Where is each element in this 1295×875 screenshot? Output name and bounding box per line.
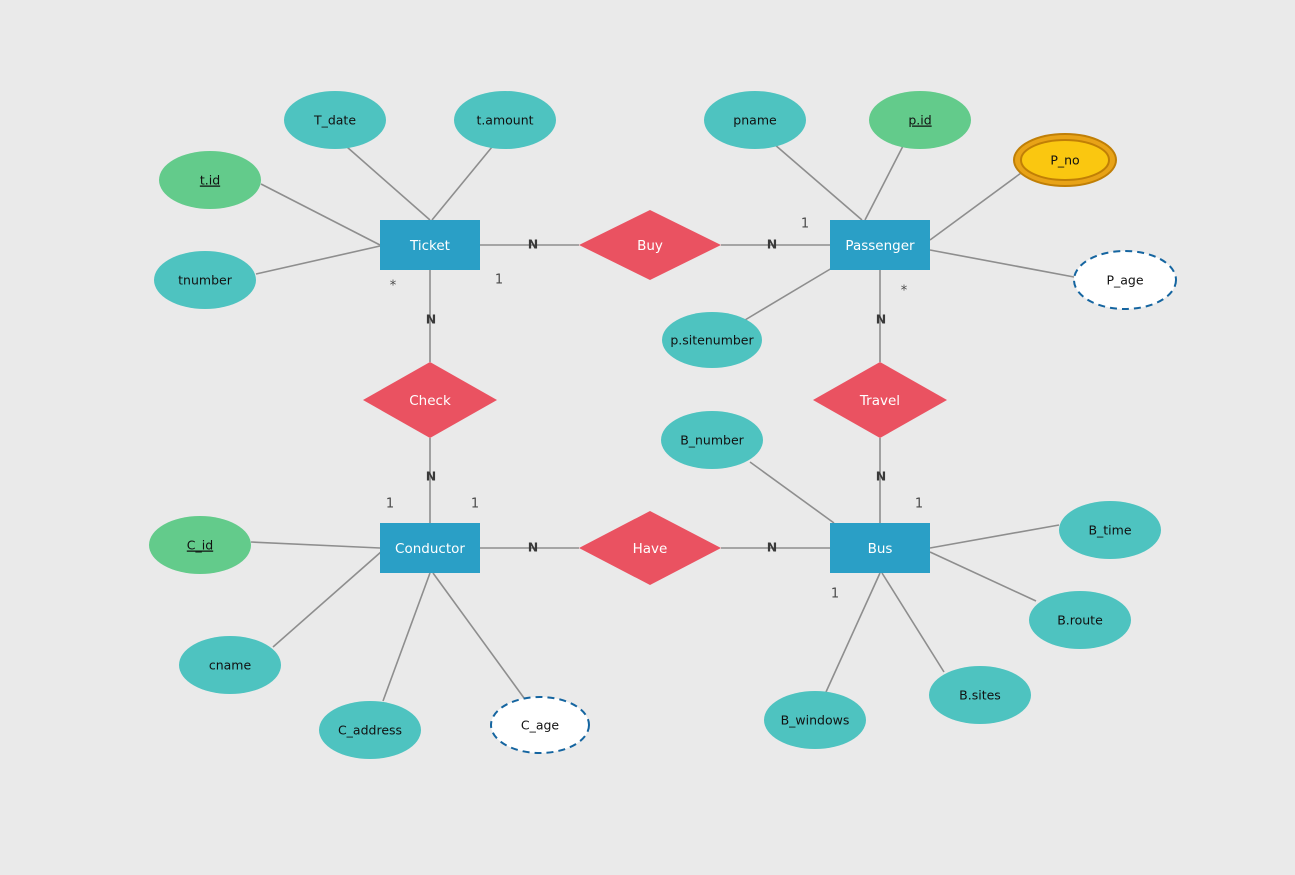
attribute-label: pname xyxy=(733,113,777,128)
entity-conductor[interactable]: Conductor xyxy=(380,523,480,573)
cardinality-label: N xyxy=(528,540,538,555)
relationship-label: Have xyxy=(633,541,668,557)
participation-label: 1 xyxy=(471,497,479,512)
er-diagram-canvas: Buy Check Travel Have T_date t.amount t.id tnu… xyxy=(0,0,1295,875)
attribute-p_sitenumber[interactable]: p.sitenumber xyxy=(662,312,762,368)
attribute-label: t.amount xyxy=(476,113,533,128)
cardinality-label: N xyxy=(426,312,436,327)
participation-label: * xyxy=(390,279,397,294)
relationship-label: Buy xyxy=(637,238,663,254)
attribute-b_windows[interactable]: B_windows xyxy=(764,691,866,749)
attribute-tnumber[interactable]: tnumber xyxy=(154,251,256,309)
attribute-label: T_date xyxy=(313,113,356,128)
attribute-label: B_time xyxy=(1088,523,1131,538)
cardinality-label: N xyxy=(426,469,436,484)
attribute-t_date[interactable]: T_date xyxy=(284,91,386,149)
participation-label: 1 xyxy=(386,497,394,512)
participation-label: 1 xyxy=(495,273,503,288)
attribute-p_no[interactable]: P_no xyxy=(1013,133,1117,187)
cardinality-label: N xyxy=(876,312,886,327)
participation-label: 1 xyxy=(831,587,839,602)
cardinality-label: N xyxy=(767,540,777,555)
attribute-b_route[interactable]: B.route xyxy=(1029,591,1131,649)
attribute-b_time[interactable]: B_time xyxy=(1059,501,1161,559)
entity-passenger[interactable]: Passenger xyxy=(830,220,930,270)
cardinality-label: N xyxy=(767,237,777,252)
attribute-label: C_id xyxy=(187,538,213,553)
entity-label: Ticket xyxy=(409,238,450,254)
participation-label: 1 xyxy=(915,497,923,512)
entity-bus[interactable]: Bus xyxy=(830,523,930,573)
entity-ticket[interactable]: Ticket xyxy=(380,220,480,270)
attribute-c_address[interactable]: C_address xyxy=(319,701,421,759)
entity-label: Conductor xyxy=(395,541,465,557)
attribute-label: B_number xyxy=(680,433,744,448)
attribute-pname[interactable]: pname xyxy=(704,91,806,149)
attribute-label: P_age xyxy=(1106,273,1143,288)
attribute-label: p.sitenumber xyxy=(670,333,754,348)
entity-label: Passenger xyxy=(845,238,915,254)
attribute-c_age[interactable]: C_age xyxy=(490,696,590,754)
attribute-label: B.route xyxy=(1057,613,1103,628)
attribute-label: cname xyxy=(209,658,252,673)
attribute-label: P_no xyxy=(1050,153,1079,168)
entity-label: Bus xyxy=(868,541,893,557)
attribute-label: C_age xyxy=(521,718,560,733)
attribute-b_number[interactable]: B_number xyxy=(661,411,763,469)
attribute-label: B_windows xyxy=(781,713,850,728)
attribute-b_sites[interactable]: B.sites xyxy=(929,666,1031,724)
attribute-t_amount[interactable]: t.amount xyxy=(454,91,556,149)
cardinality-label: N xyxy=(876,469,886,484)
relationship-label: Check xyxy=(409,393,451,409)
attribute-p_age[interactable]: P_age xyxy=(1073,250,1177,310)
participation-label: 1 xyxy=(801,217,809,232)
attribute-label: p.id xyxy=(908,113,931,128)
attribute-p_id[interactable]: p.id xyxy=(869,91,971,149)
attribute-label: t.id xyxy=(200,173,220,188)
relationship-label: Travel xyxy=(859,393,900,409)
attribute-t_id[interactable]: t.id xyxy=(159,151,261,209)
cardinality-label: N xyxy=(528,237,538,252)
attribute-cname[interactable]: cname xyxy=(179,636,281,694)
attribute-c_id[interactable]: C_id xyxy=(149,516,251,574)
attribute-label: tnumber xyxy=(178,273,233,288)
attribute-label: B.sites xyxy=(959,688,1001,703)
attribute-label: C_address xyxy=(338,723,402,738)
diagram-background xyxy=(0,0,1295,875)
participation-label: * xyxy=(901,284,908,299)
